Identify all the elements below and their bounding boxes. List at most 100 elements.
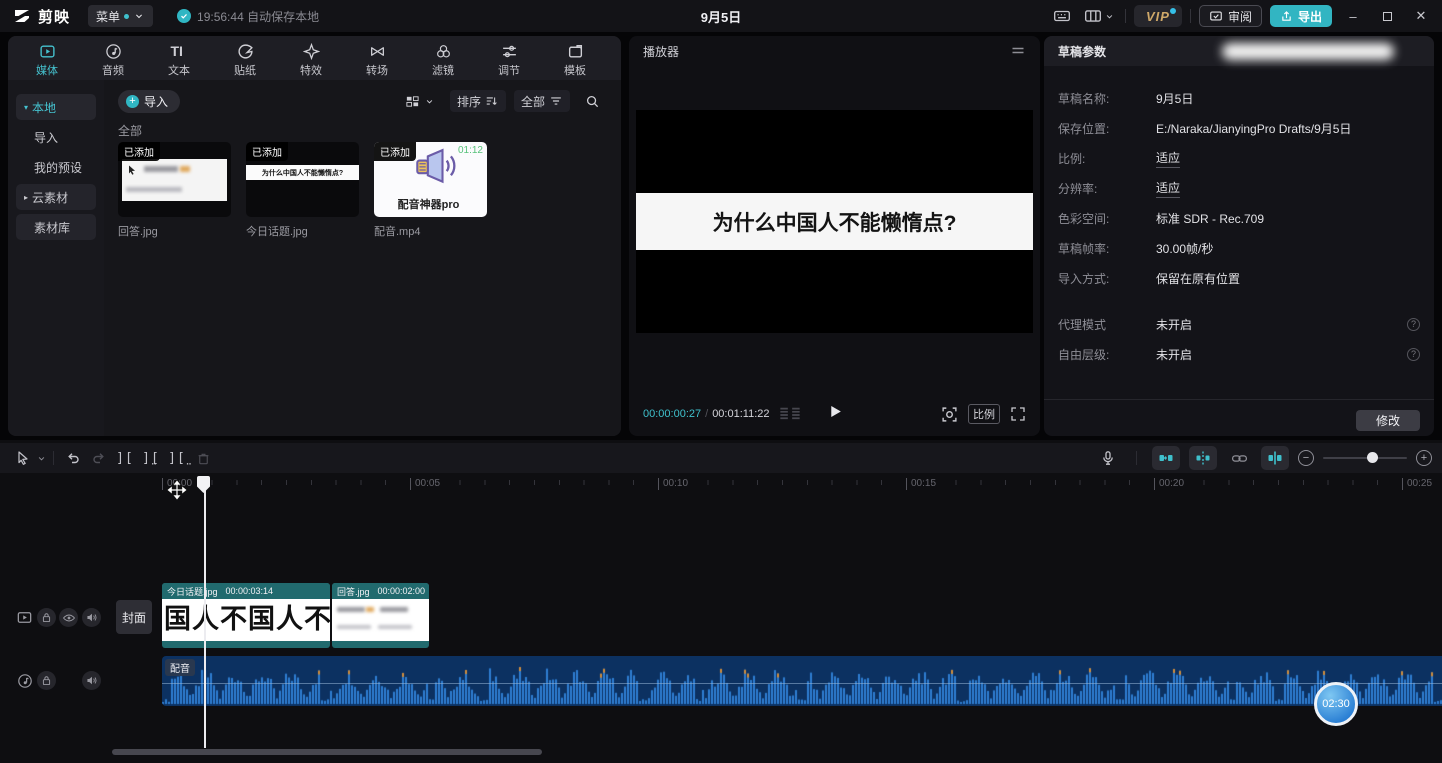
window-minimize-button[interactable]: – [1340,5,1366,27]
triangle-right-icon: ▸ [24,193,28,202]
timeline-clip-huida[interactable]: 回答.jpg 00:00:02:00 [332,583,429,648]
sort-label: 排序 [457,93,481,110]
sidebar-item-presets[interactable]: 我的预设 [16,154,96,180]
video-track-lock-button[interactable] [37,608,56,627]
clip-duration: 00:00:03:14 [226,586,274,596]
shortcut-keys-button[interactable] [1050,5,1074,27]
video-preview[interactable]: 为什么中国人不能懒惰点? [636,110,1033,333]
preview-axis-toggle[interactable] [1261,446,1289,470]
trash-icon [196,451,211,466]
timeline-clip-jinrihuati[interactable]: 今日话题.jpg 00:00:03:14 国人不国人不国人不国人 [162,583,330,648]
main-track-magnet-toggle[interactable] [1152,446,1180,470]
view-mode-button[interactable] [398,90,442,112]
sidebar-item-cloud-material[interactable]: ▸云素材 [16,184,96,210]
play-button[interactable] [826,403,843,425]
ruler-label: 00:20 [1154,478,1184,490]
tab-adjust[interactable]: 调节 [476,41,542,78]
import-button[interactable]: + 导入 [118,90,180,113]
timeline-zoom-slider[interactable] [1323,457,1407,459]
tab-audio[interactable]: 音频 [80,41,146,78]
sidebar-item-import[interactable]: 导入 [16,124,96,150]
window-close-button[interactable]: ✕ [1408,5,1434,27]
cover-button[interactable]: 封面 [116,600,152,634]
title-bar: 剪映 菜单 19:56:44 自动保存本地 9月5日 VIP [0,0,1442,32]
split-button[interactable]: ][ [112,446,138,470]
help-icon[interactable]: ? [1407,318,1420,331]
plus-circle-icon: + [126,95,139,108]
aspect-ratio-value[interactable]: 适应 [1156,149,1180,168]
ruler-label: 00:05 [410,478,440,490]
redo-button[interactable] [86,446,112,470]
tab-media[interactable]: 媒体 [14,41,80,78]
cursor-glyph [126,164,138,176]
audio-track-type-icon [15,671,34,690]
sidebar-item-label: 素材库 [24,219,70,236]
export-button[interactable]: 导出 [1270,5,1332,27]
save-location-value: E:/Naraka/JianyingPro Drafts/9月5日 [1156,120,1351,137]
tab-effects[interactable]: 特效 [278,41,344,78]
modify-button[interactable]: 修改 [1356,410,1420,431]
menu-button-label: 菜单 [96,8,120,25]
timeline-ruler[interactable]: 00:00 00:05 00:10 00:15 00:20 00:25 [0,476,1442,498]
filter-button[interactable]: 全部 [514,90,570,112]
review-button[interactable]: 审阅 [1199,5,1262,27]
proxy-mode-value: 未开启 [1156,316,1192,333]
vip-button[interactable]: VIP [1134,5,1182,27]
undo-button[interactable] [60,446,86,470]
video-track-visibility-button[interactable] [59,608,78,627]
linkage-toggle[interactable] [1226,446,1252,470]
triangle-down-icon: ▾ [24,103,28,112]
resolution-value[interactable]: 适应 [1156,179,1180,198]
menu-button[interactable]: 菜单 [88,5,153,27]
player-menu-icon[interactable] [1010,43,1026,59]
app-window: 剪映 菜单 19:56:44 自动保存本地 9月5日 VIP [0,0,1442,763]
lock-icon [40,674,53,687]
window-maximize-button[interactable] [1374,5,1400,27]
split-delete-right-button[interactable]: ][̤ [164,446,190,470]
media-item-peiyin[interactable]: 配音神器pro 已添加 01:12 配音.mp4 [374,142,487,239]
sidebar-item-material-library[interactable]: 素材库 [16,214,96,240]
tab-sticker[interactable]: 贴纸 [212,41,278,78]
zoom-in-button[interactable]: + [1416,450,1432,466]
auto-snap-toggle[interactable] [1189,446,1217,470]
draft-panel-title: 草稿参数 [1058,43,1106,60]
frame-view-icon[interactable] [779,407,801,422]
recording-timer-bubble[interactable]: 02:30 [1314,682,1358,726]
audio-track-lock-button[interactable] [37,671,56,690]
aspect-ratio-button[interactable]: 比例 [968,404,1000,424]
help-icon[interactable]: ? [1407,348,1420,361]
sidebar-item-label: 导入 [34,129,58,146]
chevron-down-icon[interactable] [36,453,47,464]
video-track-mute-button[interactable] [82,608,101,627]
select-tool-button[interactable] [10,446,36,470]
player-panel: 播放器 为什么中国人不能懒惰点? 00:00:00:27 / 00:01:11:… [629,36,1040,436]
tab-text[interactable]: TI文本 [146,41,212,78]
tab-filters[interactable]: 滤镜 [410,41,476,78]
audio-track-mute-button[interactable] [82,671,101,690]
delete-button[interactable] [190,446,216,470]
record-voiceover-button[interactable] [1095,446,1121,470]
tab-transitions[interactable]: 转场 [344,41,410,78]
sidebar-item-local[interactable]: ▾本地 [16,94,96,120]
horizontal-scrollbar[interactable] [112,749,542,755]
venn-circles-icon [435,43,452,60]
zoom-out-button[interactable]: − [1298,450,1314,466]
quality-preview-icon[interactable] [941,406,958,423]
field-label: 导入方式: [1058,270,1156,287]
divider [1125,9,1126,23]
media-item-huida[interactable]: 已添加 回答.jpg [118,142,231,239]
split-delete-left-button[interactable]: ]̤[ [138,446,164,470]
thumbnail-text: 为什么中国人不能懒惰点? [262,168,343,178]
tab-templates[interactable]: 模板 [542,41,608,78]
media-item-jinrihuati[interactable]: 已添加 为什么中国人不能懒惰点? 今日话题.jpg [246,142,359,239]
timeline-audio-clip[interactable]: 配音 [162,656,1442,706]
zoom-slider-handle[interactable] [1367,452,1378,463]
search-button[interactable] [578,90,607,112]
playhead-line [204,478,206,748]
layout-switch-button[interactable] [1082,5,1117,27]
sort-button[interactable]: 排序 [450,90,506,112]
bowtie-icon [369,43,386,60]
move-cursor-icon [167,480,187,500]
tab-label: 模板 [564,62,586,78]
fullscreen-icon[interactable] [1010,406,1026,422]
